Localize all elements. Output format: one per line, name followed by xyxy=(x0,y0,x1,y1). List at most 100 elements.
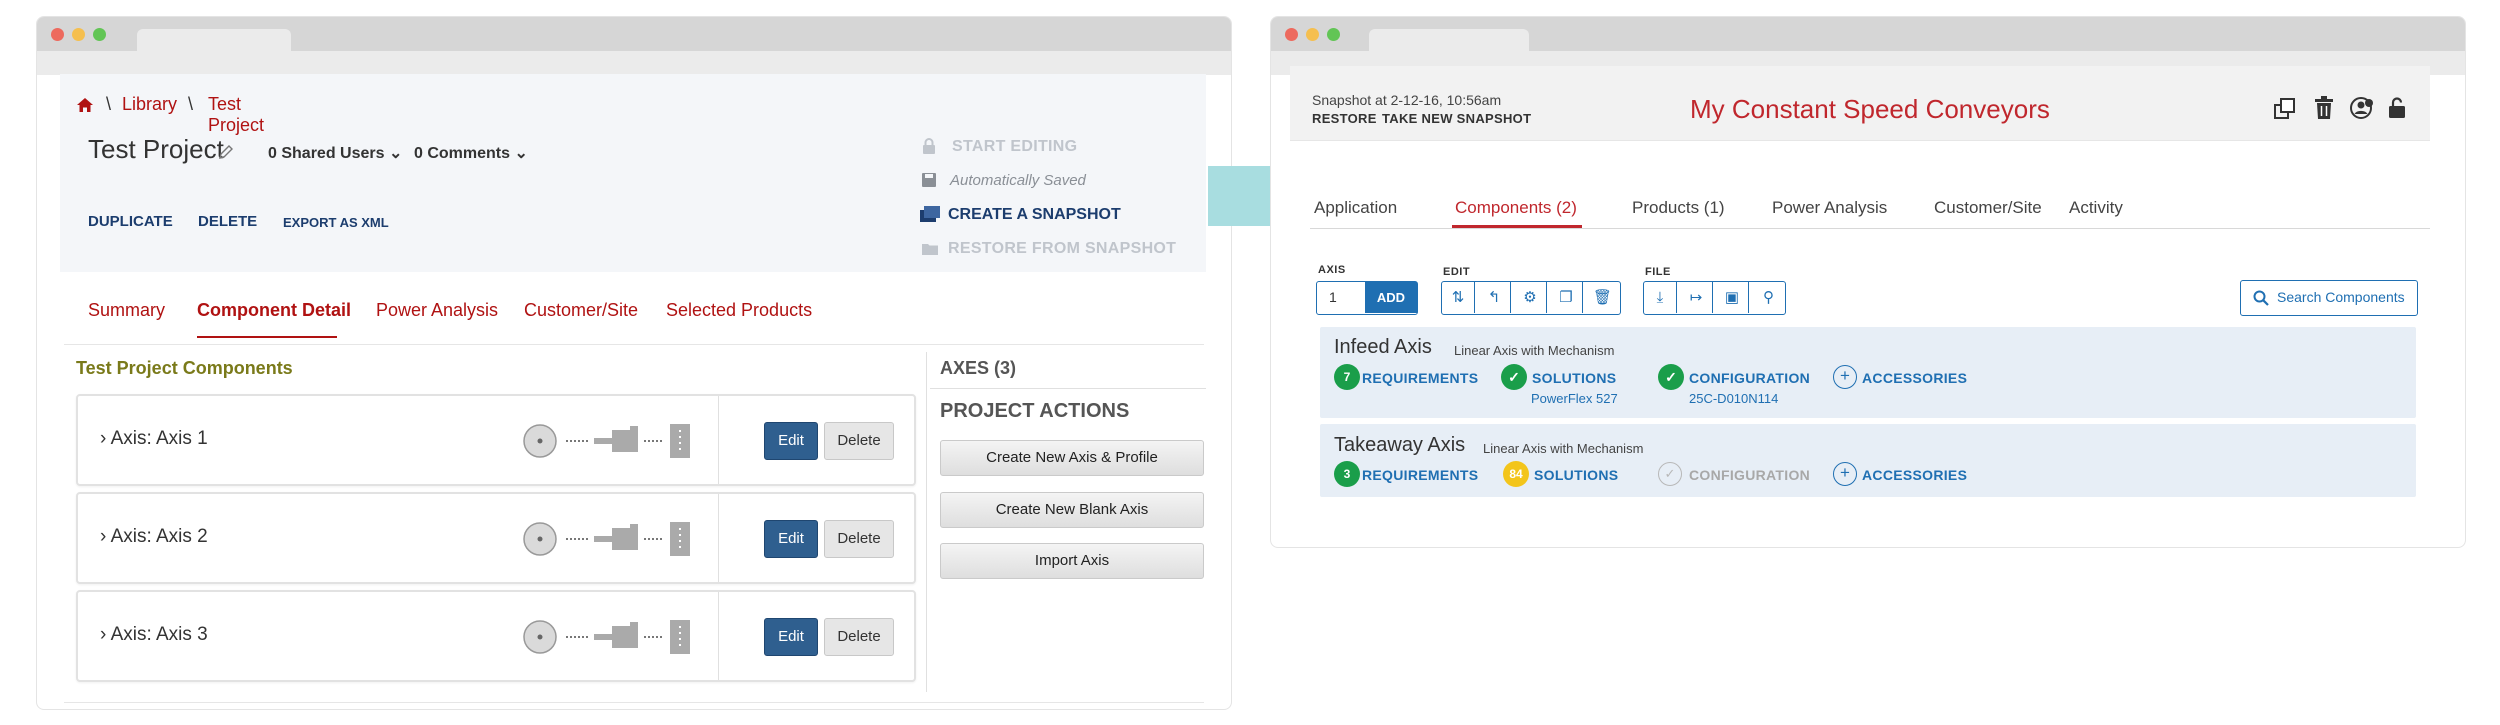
axis-mechanism-diagram-icon xyxy=(523,522,690,556)
solutions-link[interactable]: SOLUTIONS xyxy=(1532,370,1616,386)
tab-customer-site[interactable]: Customer/Site xyxy=(524,300,638,321)
export-icon[interactable]: ↦ xyxy=(1680,282,1713,313)
restore-snapshot-button[interactable]: RESTORE FROM SNAPSHOT xyxy=(948,240,1176,258)
browser-tab[interactable] xyxy=(1369,29,1529,53)
requirements-link[interactable]: REQUIREMENTS xyxy=(1362,370,1478,386)
tab-component-detail[interactable]: Component Detail xyxy=(197,300,351,321)
pencil-edit-icon[interactable] xyxy=(218,144,234,160)
tab-components[interactable]: Components (2) xyxy=(1455,198,1577,218)
solutions-value[interactable]: PowerFlex 527 xyxy=(1531,391,1618,406)
create-new-axis-profile-button[interactable]: Create New Axis & Profile xyxy=(940,440,1204,476)
axis-toolbar-label: AXIS xyxy=(1318,264,1346,276)
component-name: Takeaway Axis xyxy=(1334,434,1466,456)
accessories-link[interactable]: ACCESSORIES xyxy=(1862,370,1967,386)
accessories-link[interactable]: ACCESSORIES xyxy=(1862,467,1967,483)
import-axis-button[interactable]: Import Axis xyxy=(940,543,1204,579)
comments-dropdown[interactable]: 0 Comments ⌄ xyxy=(414,143,528,163)
axis-quantity-input[interactable]: 1 xyxy=(1329,282,1337,313)
browser-tab[interactable] xyxy=(137,29,291,53)
minimize-window-button[interactable] xyxy=(72,28,85,41)
delete-axis-button[interactable]: Delete xyxy=(824,520,894,558)
create-new-blank-axis-button[interactable]: Create New Blank Axis xyxy=(940,492,1204,528)
search-file-icon[interactable]: ⚲ xyxy=(1752,282,1785,313)
delete-project-button[interactable]: DELETE xyxy=(198,213,257,230)
component-name: Infeed Axis xyxy=(1334,336,1432,358)
content-bottom-divider xyxy=(64,702,1204,703)
check-icon: ✓ xyxy=(1658,364,1684,390)
close-window-button[interactable] xyxy=(1285,28,1298,41)
trash-icon[interactable] xyxy=(2314,96,2334,120)
shared-users-dropdown[interactable]: 0 Shared Users ⌄ xyxy=(268,143,402,163)
delete-axis-button[interactable]: Delete xyxy=(824,422,894,460)
auto-saved-status: Automatically Saved xyxy=(950,172,1086,189)
requirements-link[interactable]: REQUIREMENTS xyxy=(1362,467,1478,483)
maximize-window-button[interactable] xyxy=(93,28,106,41)
content-divider xyxy=(926,352,927,692)
unlock-icon[interactable] xyxy=(2388,97,2406,119)
snapshot-title: My Constant Speed Conveyors xyxy=(1690,94,2050,124)
check-icon: ✓ xyxy=(1501,364,1527,390)
edit-toolbar-group: ⇅ ↰ ⚙ ❐ 🗑 xyxy=(1441,281,1621,315)
breadcrumb-separator: \ xyxy=(106,94,112,114)
save-icon[interactable]: ▣ xyxy=(1716,282,1749,313)
solutions-link[interactable]: SOLUTIONS xyxy=(1534,467,1618,483)
trash-icon[interactable]: 🗑 xyxy=(1586,282,1619,313)
tab-summary[interactable]: Summary xyxy=(88,300,165,321)
edit-axis-button[interactable]: Edit xyxy=(764,520,818,558)
tab-customer-site[interactable]: Customer/Site xyxy=(1934,198,2042,218)
start-editing-button[interactable]: START EDITING xyxy=(952,138,1077,156)
comments-label: 0 Comments xyxy=(414,145,511,162)
export-xml-button[interactable]: EXPORT AS XML xyxy=(283,215,389,230)
configuration-link[interactable]: CONFIGURATION xyxy=(1689,370,1810,386)
create-snapshot-button[interactable]: CREATE A SNAPSHOT xyxy=(948,206,1121,224)
axis-label[interactable]: › Axis: Axis 2 xyxy=(100,526,208,548)
sort-icon[interactable]: ⇅ xyxy=(1442,282,1475,313)
tab-power-analysis[interactable]: Power Analysis xyxy=(1772,198,1887,218)
chevron-right-icon: › xyxy=(100,526,107,547)
edit-axis-button[interactable]: Edit xyxy=(764,618,818,656)
tab-activity[interactable]: Activity xyxy=(2069,198,2123,218)
breadcrumb-test-project[interactable]: Test Project xyxy=(208,94,264,136)
save-icon xyxy=(922,173,936,187)
active-tab-underline xyxy=(197,336,337,338)
search-icon xyxy=(2253,290,2269,306)
breadcrumb-library[interactable]: Library xyxy=(122,94,177,115)
duplicate-icon[interactable] xyxy=(2274,98,2296,120)
close-window-button[interactable] xyxy=(51,28,64,41)
breadcrumb-separator: \ xyxy=(188,94,194,114)
take-new-snapshot-button[interactable]: TAKE NEW SNAPSHOT xyxy=(1382,111,1531,126)
tab-application[interactable]: Application xyxy=(1314,198,1397,218)
tab-products[interactable]: Products (1) xyxy=(1632,198,1725,218)
minimize-window-button[interactable] xyxy=(1306,28,1319,41)
search-components-button[interactable]: Search Components xyxy=(2240,280,2418,316)
component-type: Linear Axis with Mechanism xyxy=(1483,441,1644,456)
lock-icon xyxy=(923,138,935,154)
maximize-window-button[interactable] xyxy=(1327,28,1340,41)
tab-selected-products[interactable]: Selected Products xyxy=(666,300,812,321)
axes-count-heading: AXES (3) xyxy=(940,358,1017,378)
axis-label[interactable]: › Axis: Axis 3 xyxy=(100,624,208,646)
tab-power-analysis[interactable]: Power Analysis xyxy=(376,300,498,321)
axis-label[interactable]: › Axis: Axis 1 xyxy=(100,428,208,450)
axis-mechanism-diagram-icon xyxy=(523,424,690,458)
edit-axis-button[interactable]: Edit xyxy=(764,422,818,460)
restore-button[interactable]: RESTORE xyxy=(1312,111,1377,126)
home-icon[interactable] xyxy=(76,97,94,113)
chevron-down-icon: ⌄ xyxy=(514,145,528,162)
add-accessories-icon[interactable]: + xyxy=(1833,462,1857,486)
copy-icon[interactable]: ❐ xyxy=(1550,282,1583,313)
requirements-count-badge: 7 xyxy=(1334,364,1360,390)
delete-axis-button[interactable]: Delete xyxy=(824,618,894,656)
branch-icon[interactable]: ↰ xyxy=(1478,282,1511,313)
duplicate-button[interactable]: DUPLICATE xyxy=(88,213,173,230)
chevron-right-icon: › xyxy=(100,624,107,645)
add-axis-button[interactable]: ADD xyxy=(1365,282,1417,313)
axis-card-3: › Axis: Axis 3 Edit Delete xyxy=(76,590,916,682)
configuration-value[interactable]: 25C-D010N114 xyxy=(1689,391,1778,406)
download-icon[interactable]: ⤓ xyxy=(1644,282,1677,313)
component-row-takeaway[interactable] xyxy=(1320,424,2416,497)
user-settings-icon[interactable] xyxy=(2350,96,2374,120)
add-accessories-icon[interactable]: + xyxy=(1833,365,1857,389)
edit-toolbar-label: EDIT xyxy=(1443,266,1471,278)
wrench-icon[interactable]: ⚙ xyxy=(1514,282,1547,313)
